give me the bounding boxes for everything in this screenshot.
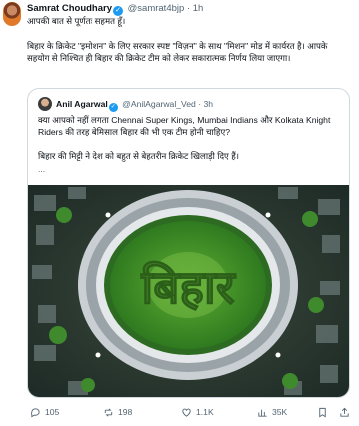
views-button[interactable]: 35K	[257, 404, 287, 420]
tweet-time[interactable]: 1h	[193, 3, 204, 14]
quote-author-name: Anil Agarwal	[56, 99, 108, 109]
quote-separator: ·	[198, 99, 202, 109]
repost-count: 198	[118, 407, 133, 417]
action-bar: 105 198 1.1K 35K	[27, 404, 352, 420]
author-avatar[interactable]	[3, 2, 21, 26]
tweet-text-line-2: बिहार के क्रिकेट "इमोशन" के लिए सरकार स्…	[27, 41, 328, 63]
bookmark-icon	[319, 407, 326, 417]
tweet-text-line-1: आपकी बात से पूर्णतः सहमत हूँ।	[27, 16, 126, 26]
reply-count: 105	[45, 407, 60, 417]
quote-author-handle: @AnilAgarwal_Ved	[122, 99, 196, 109]
quote-text-line-1: क्या आपको नहीं लगता Chennai Super Kings,…	[38, 115, 331, 137]
share-icon	[340, 407, 349, 417]
stadium-image[interactable]: बिहार	[28, 185, 349, 397]
like-button[interactable]: 1.1K	[181, 404, 214, 420]
stadium-illustration: बिहार	[28, 185, 349, 397]
share-button[interactable]	[339, 404, 350, 420]
like-count: 1.1K	[196, 407, 214, 417]
quote-time: 3h	[203, 99, 214, 109]
repost-icon	[104, 408, 113, 416]
image-field-text: बिहार	[140, 260, 237, 314]
author-name[interactable]: Samrat Choudhary	[27, 3, 112, 14]
quote-author-avatar	[38, 97, 52, 111]
reply-button[interactable]: 105	[30, 404, 59, 420]
views-icon	[258, 409, 267, 417]
repost-button[interactable]: 198	[103, 404, 132, 420]
verified-badge-icon: ✓	[108, 103, 118, 112]
reply-icon	[31, 407, 40, 417]
bookmark-button[interactable]	[317, 404, 328, 420]
tweet[interactable]: Samrat Choudhary ✓ @samrat4bjp · 1h आपकी …	[0, 0, 359, 426]
heart-icon	[182, 408, 191, 417]
views-count: 35K	[272, 407, 288, 417]
author-handle[interactable]: @samrat4bjp	[128, 3, 185, 14]
quote-text-more: ...	[38, 164, 46, 174]
quote-header: Anil Agarwal ✓ @AnilAgarwal_Ved · 3h	[56, 98, 213, 112]
quote-text-line-2: बिहार की मिट्टी ने देश को बहुत से बेहतरी…	[38, 151, 240, 161]
header-separator: ·	[186, 3, 191, 14]
quoted-tweet[interactable]: Anil Agarwal ✓ @AnilAgarwal_Ved · 3h क्या…	[27, 88, 350, 398]
